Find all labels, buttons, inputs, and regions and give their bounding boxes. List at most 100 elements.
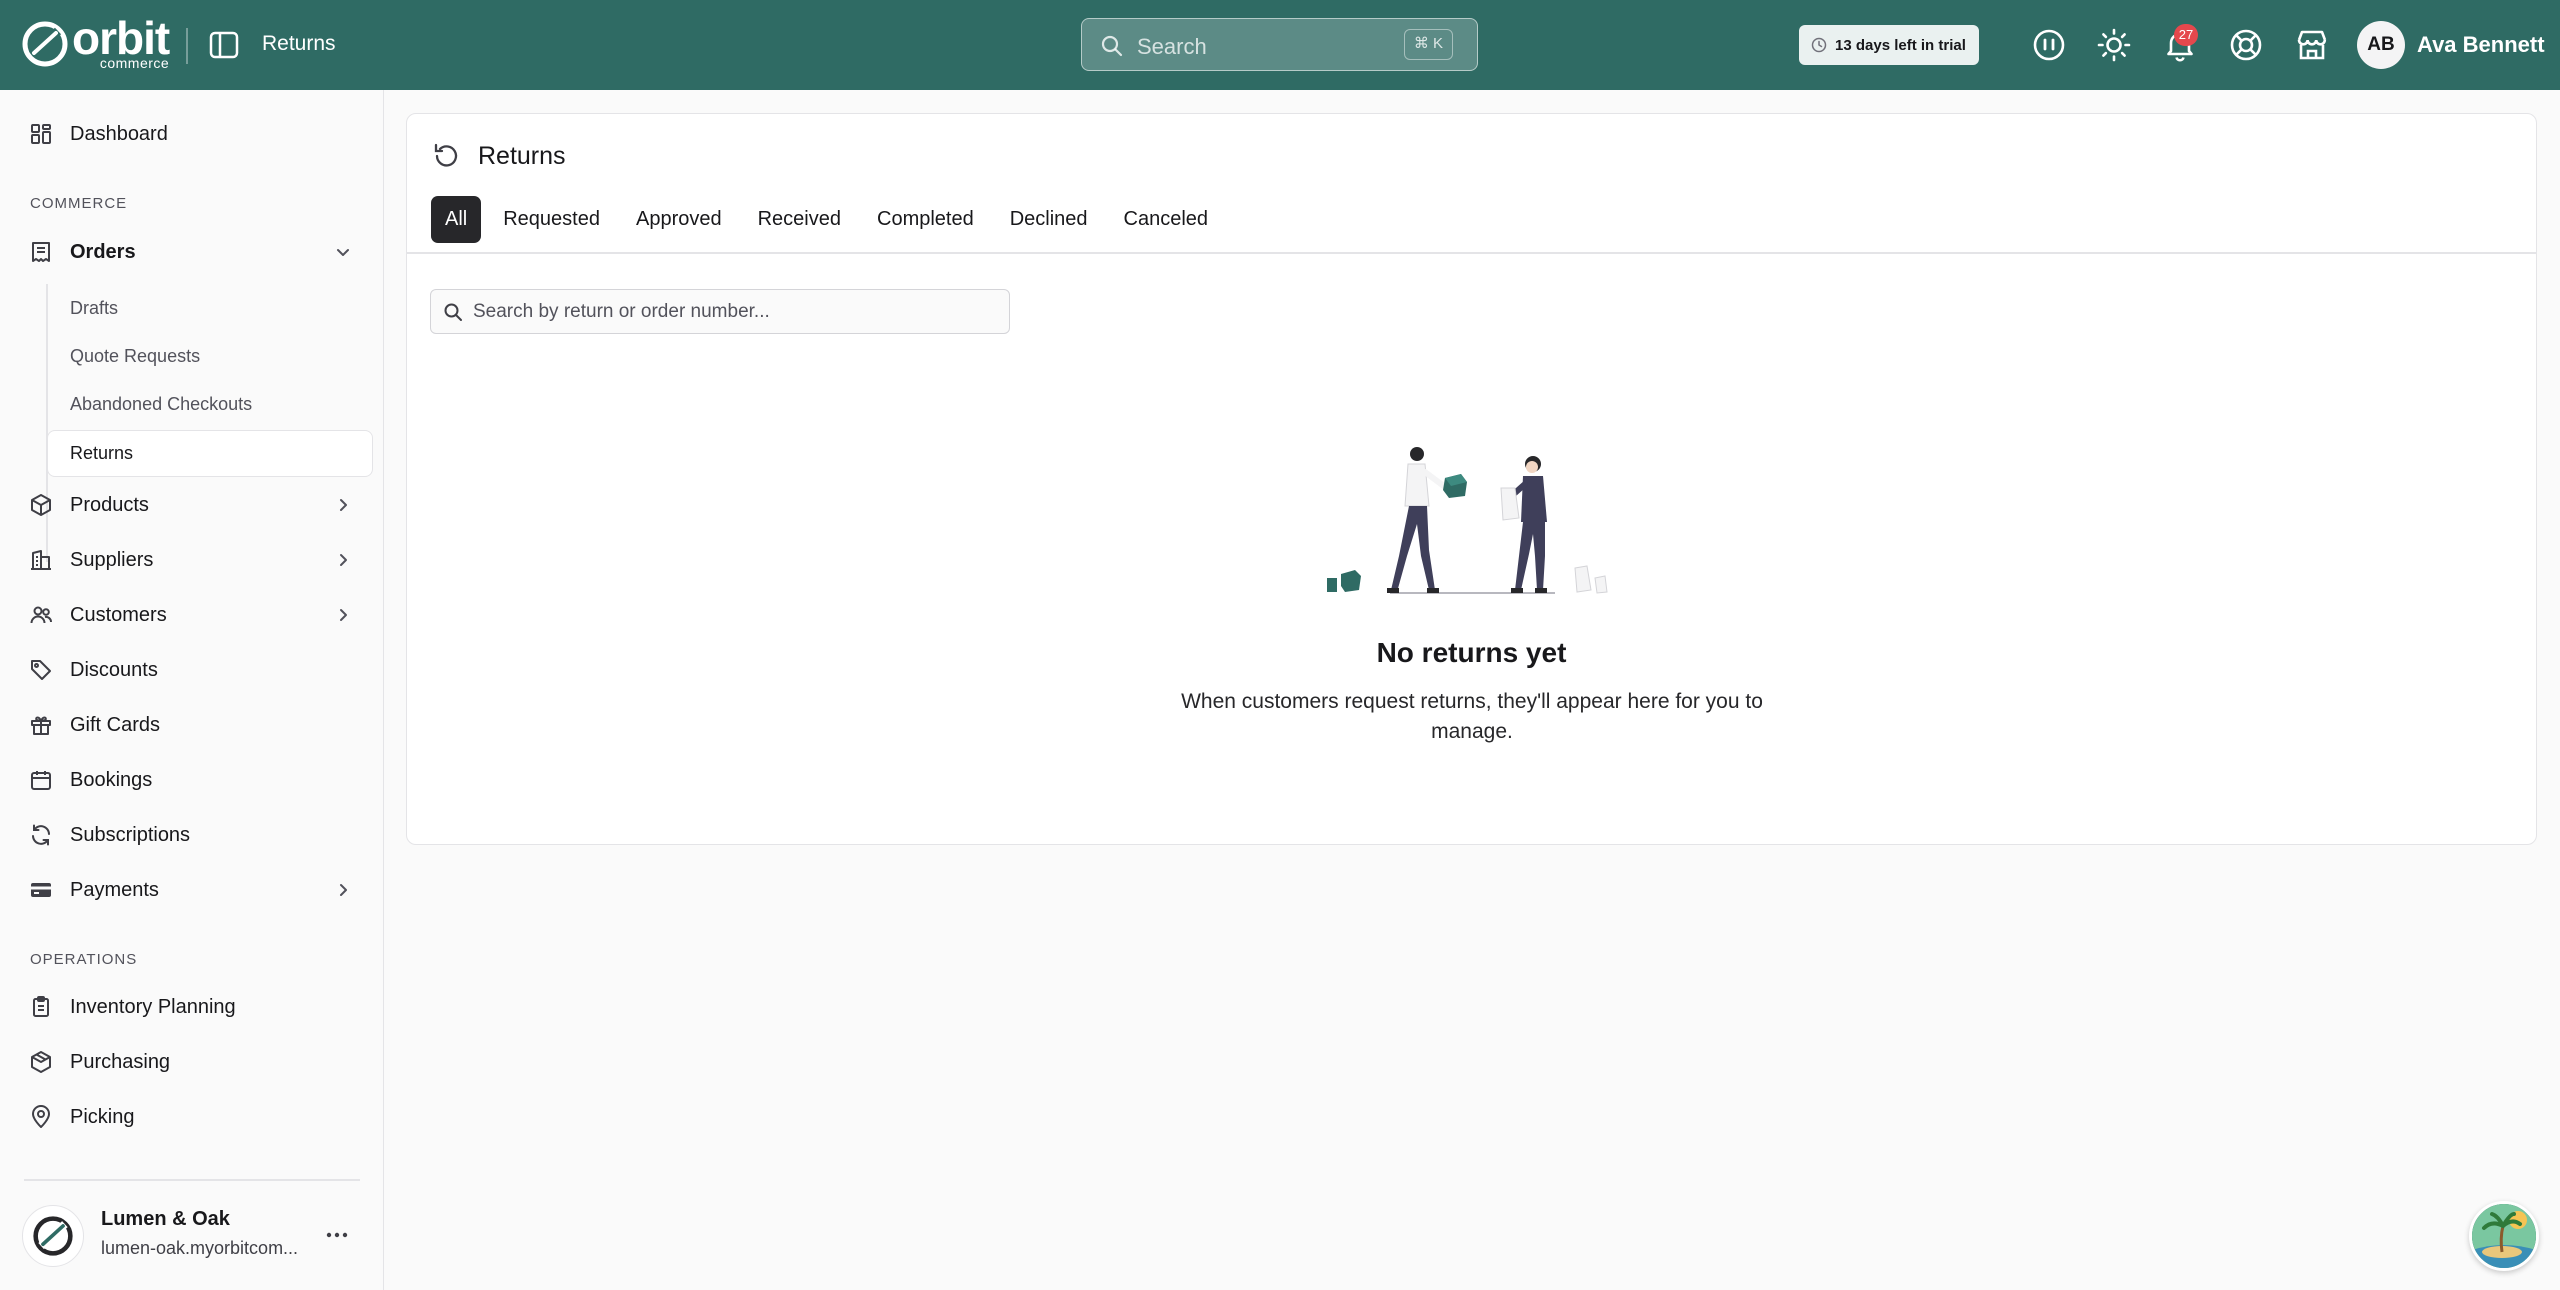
clock-icon: [1811, 37, 1827, 53]
tab-completed[interactable]: Completed: [863, 196, 988, 243]
sidebar-item-label: Bookings: [70, 768, 153, 791]
brand-name: orbit: [72, 12, 170, 64]
sidebar-item-suppliers[interactable]: Suppliers: [0, 537, 384, 583]
chevron-down-icon[interactable]: [333, 242, 353, 262]
search-shortcut-hint: ⌘ K: [1403, 29, 1453, 60]
users-icon: [30, 606, 52, 624]
assistant-icon: [2033, 29, 2065, 61]
map-pin-icon: [32, 1105, 50, 1128]
clipboard-icon: [33, 996, 49, 1017]
store-name[interactable]: Lumen & Oak: [101, 1208, 230, 1231]
chevron-right-icon[interactable]: [333, 605, 353, 625]
sidebar-toggle-icon[interactable]: [208, 30, 240, 60]
chat-launcher-button[interactable]: [2469, 1201, 2539, 1271]
tag-icon: [31, 660, 51, 680]
sidebar-item-dashboard[interactable]: Dashboard: [0, 111, 384, 157]
tab-declined[interactable]: Declined: [996, 196, 1102, 243]
user-name[interactable]: Ava Bennett: [2417, 32, 2545, 58]
sidebar-divider: [24, 1179, 360, 1181]
building-icon: [31, 550, 51, 570]
chevron-right-icon[interactable]: [333, 550, 353, 570]
sun-icon: [2097, 28, 2131, 62]
topbar-divider: [186, 28, 188, 64]
credit-card-icon: [31, 883, 51, 897]
sidebar-item-bookings[interactable]: Bookings: [0, 757, 384, 803]
sidebar-item-label: Products: [70, 493, 149, 516]
search-icon: [1101, 35, 1123, 57]
sidebar-item-label: Dashboard: [70, 122, 168, 145]
sidebar-item-label: Subscriptions: [70, 823, 191, 846]
orders-icon: [32, 242, 50, 262]
returns-search-input[interactable]: [473, 298, 993, 326]
tab-canceled[interactable]: Canceled: [1110, 196, 1223, 243]
sidebar-item-orders[interactable]: Orders: [0, 229, 384, 275]
store-logo-icon: [33, 1216, 73, 1256]
sidebar-item-purchasing[interactable]: Purchasing: [0, 1039, 384, 1085]
sidebar-subitem-abandoned-checkouts[interactable]: Abandoned Checkouts: [70, 394, 252, 415]
sidebar-item-picking[interactable]: Picking: [0, 1094, 384, 1140]
sidebar-item-label: Discounts: [70, 658, 158, 681]
sidebar-item-label: Payments: [70, 878, 159, 901]
sidebar: Dashboard COMMERCE Orders Drafts Quote R…: [0, 90, 384, 1290]
sidebar-subitem-quote-requests[interactable]: Quote Requests: [70, 346, 200, 367]
chevron-right-icon[interactable]: [333, 495, 353, 515]
page-title: Returns: [478, 142, 566, 170]
search-placeholder: Search: [1137, 34, 1207, 59]
help-button[interactable]: [2228, 27, 2264, 63]
returns-search[interactable]: [430, 289, 1010, 334]
empty-state-title: No returns yet: [1376, 637, 1567, 668]
status-tabs: All Requested Approved Received Complete…: [431, 196, 1230, 243]
sidebar-item-label: Inventory Planning: [70, 995, 236, 1018]
lifebuoy-icon: [2230, 29, 2262, 61]
sidebar-subitem-label: Returns: [70, 443, 134, 463]
sidebar-item-label: Picking: [70, 1105, 135, 1128]
empty-state-description: When customers request returns, they'll …: [1181, 690, 1763, 743]
user-avatar[interactable]: AB: [2357, 21, 2405, 69]
chevron-right-icon[interactable]: [333, 880, 353, 900]
ai-assistant-button[interactable]: [2031, 27, 2067, 63]
storefront-button[interactable]: [2294, 27, 2330, 63]
dashboard-icon: [31, 124, 51, 144]
tab-all[interactable]: All: [431, 196, 482, 243]
sidebar-item-label: Purchasing: [70, 1050, 171, 1073]
sidebar-item-label: Orders: [70, 240, 136, 263]
brand-logo[interactable]: orbit commerce: [22, 12, 170, 70]
calendar-icon: [31, 771, 51, 790]
gift-icon: [31, 716, 51, 735]
theme-toggle-button[interactable]: [2096, 27, 2132, 63]
sidebar-item-subscriptions[interactable]: Subscriptions: [0, 812, 384, 858]
returns-card: Returns All Requested Approved Received …: [406, 113, 2537, 845]
orbit-logo-icon: [22, 21, 68, 67]
package-icon: [31, 1051, 51, 1073]
more-options-icon[interactable]: [324, 1222, 350, 1248]
sidebar-item-discounts[interactable]: Discounts: [0, 647, 384, 693]
card-divider: [407, 252, 2536, 254]
trial-badge[interactable]: 13 days left in trial: [1799, 25, 1979, 65]
empty-state-illustration: [1327, 447, 1608, 594]
search-icon: [444, 303, 462, 321]
sidebar-item-customers[interactable]: Customers: [0, 592, 384, 638]
sidebar-item-gift-cards[interactable]: Gift Cards: [0, 702, 384, 748]
return-icon: [434, 143, 458, 167]
store-icon: [2297, 30, 2327, 60]
tab-requested[interactable]: Requested: [489, 196, 614, 243]
sidebar-subitem-drafts[interactable]: Drafts: [70, 298, 118, 319]
sidebar-item-products[interactable]: Products: [0, 482, 384, 528]
top-bar: orbit commerce Returns Search ⌘ K 13 day…: [0, 0, 2560, 90]
topbar-page-title: Returns: [262, 32, 336, 55]
store-url: lumen-oak.myorbitcom...: [101, 1238, 299, 1258]
trial-text: 13 days left in trial: [1835, 36, 1966, 54]
sidebar-item-payments[interactable]: Payments: [0, 867, 384, 913]
sidebar-subitem-returns[interactable]: Returns: [47, 430, 373, 477]
sidebar-item-label: Suppliers: [70, 548, 154, 571]
sidebar-item-label: Gift Cards: [70, 713, 161, 736]
tab-approved[interactable]: Approved: [622, 196, 736, 243]
box-icon: [31, 494, 51, 516]
refresh-icon: [32, 824, 50, 846]
global-search[interactable]: Search ⌘ K: [1081, 18, 1478, 71]
tab-received[interactable]: Received: [744, 196, 855, 243]
store-avatar[interactable]: [22, 1205, 84, 1267]
notification-count-badge: 27: [2174, 24, 2198, 46]
island-avatar-icon: [2472, 1204, 2536, 1268]
sidebar-item-inventory-planning[interactable]: Inventory Planning: [0, 984, 384, 1030]
